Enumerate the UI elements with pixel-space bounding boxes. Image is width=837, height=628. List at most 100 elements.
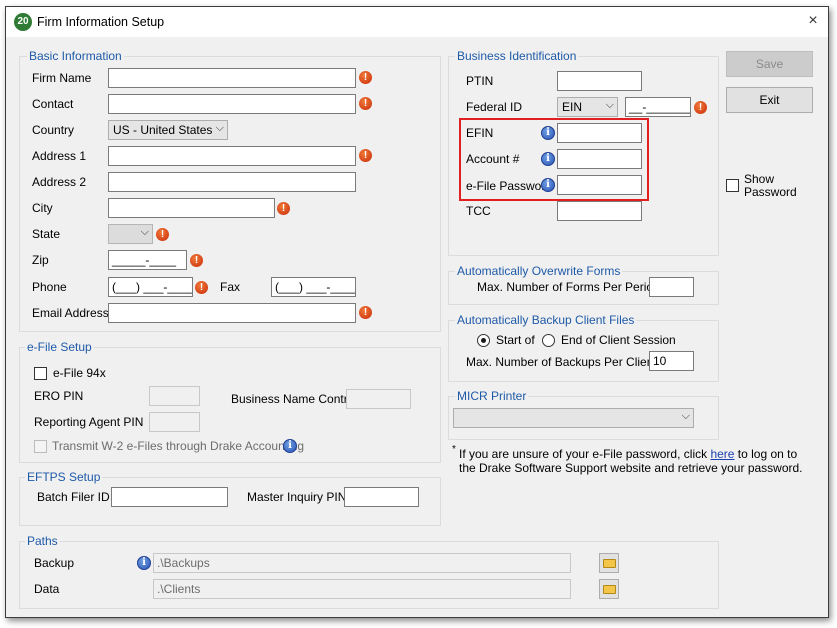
chevron-down-icon: ⌵ (215, 122, 224, 134)
chevron-down-icon: ⌵ (681, 410, 690, 422)
business-identification-legend: Business Identification (455, 49, 579, 63)
address1-field[interactable] (108, 146, 356, 166)
note-text-after: to log on to (734, 447, 798, 461)
tcc-label: TCC (466, 204, 491, 218)
email-warning-icon: ! (359, 306, 372, 319)
ptin-label: PTIN (466, 74, 494, 88)
show-password-label-line1: Show (744, 172, 775, 186)
data-path-field[interactable]: .\Clients (153, 579, 571, 599)
end-of-session-radio[interactable] (542, 334, 555, 347)
ero-pin-field[interactable] (149, 386, 200, 406)
firm-information-setup-window: 20 Firm Information Setup × Basic Inform… (5, 6, 829, 618)
save-button[interactable]: Save (726, 51, 813, 77)
fax-field[interactable]: (___) ___-____ (271, 277, 356, 297)
reporting-agent-pin-field[interactable] (149, 412, 200, 432)
chevron-down-icon: ⌵ (605, 99, 614, 111)
contact-label: Contact (32, 97, 74, 111)
chevron-down-icon: ⌵ (140, 226, 149, 238)
firm-name-warning-icon: ! (359, 71, 372, 84)
zip-field[interactable]: _____-____ (108, 250, 187, 270)
here-link[interactable]: here (710, 447, 734, 461)
email-field[interactable] (108, 303, 356, 323)
efile-94x-checkbox[interactable] (34, 367, 47, 380)
contact-warning-icon: ! (359, 97, 372, 110)
business-name-control-field[interactable] (346, 389, 411, 409)
federal-id-type-dropdown[interactable]: EIN ⌵ (557, 97, 618, 117)
window-title: Firm Information Setup (37, 15, 165, 29)
ptin-field[interactable] (557, 71, 642, 91)
backup-path-info-icon[interactable]: i (137, 556, 151, 570)
highlight-box (459, 118, 649, 201)
fax-label: Fax (220, 280, 241, 294)
master-inquiry-label: Master Inquiry PIN (247, 490, 347, 504)
app-icon: 20 (14, 13, 32, 31)
close-icon[interactable]: × (806, 12, 820, 30)
radio-selected-dot (481, 338, 486, 343)
data-browse-button[interactable] (599, 579, 619, 599)
note-text-before: If you are unsure of your e-File passwor… (459, 447, 711, 461)
micr-printer-legend: MICR Printer (455, 389, 529, 403)
address2-field[interactable] (108, 172, 356, 192)
backup-path-label: Backup (34, 556, 75, 570)
paths-legend: Paths (25, 534, 60, 548)
country-value: US - United States (113, 123, 213, 137)
exit-button[interactable]: Exit (726, 87, 813, 113)
start-of-label: Start of (496, 333, 535, 347)
batch-filer-field[interactable] (111, 487, 228, 507)
address1-warning-icon: ! (359, 149, 372, 162)
max-backups-field[interactable]: 10 (649, 351, 694, 371)
data-path-label: Data (34, 582, 60, 596)
start-of-radio[interactable] (477, 334, 490, 347)
show-password-checkbox[interactable] (726, 179, 739, 192)
transmit-w2-info-icon[interactable]: i (283, 439, 297, 453)
phone-field[interactable]: (___) ___-____ (108, 277, 193, 297)
password-note-line1: If you are unsure of your e-File passwor… (459, 447, 797, 461)
end-of-session-label: End of Client Session (561, 333, 676, 347)
address2-label: Address 2 (32, 175, 87, 189)
business-name-control-label: Business Name Control (231, 392, 358, 406)
transmit-w2-checkbox[interactable] (34, 440, 47, 453)
email-label: Email Address (32, 306, 109, 320)
country-label: Country (32, 123, 75, 137)
federal-id-warning-icon: ! (694, 101, 707, 114)
federal-id-field[interactable]: __-_______ (625, 97, 691, 117)
state-dropdown[interactable]: ⌵ (108, 224, 153, 244)
city-label: City (32, 201, 53, 215)
ero-pin-label: ERO PIN (34, 389, 84, 403)
phone-warning-icon: ! (195, 281, 208, 294)
city-field[interactable] (108, 198, 275, 218)
state-warning-icon: ! (156, 228, 169, 241)
folder-icon (603, 585, 616, 594)
transmit-w2-label: Transmit W-2 e-Files through Drake Accou… (52, 439, 305, 453)
federal-id-type-value: EIN (562, 100, 583, 114)
zip-warning-icon: ! (190, 254, 203, 267)
micr-printer-dropdown[interactable]: ⌵ (453, 408, 694, 428)
note-asterisk: * (452, 444, 456, 455)
federal-id-label: Federal ID (466, 100, 523, 114)
basic-information-legend: Basic Information (27, 49, 124, 63)
firm-name-field[interactable] (108, 68, 356, 88)
efile-setup-legend: e-File Setup (25, 340, 94, 354)
country-dropdown[interactable]: US - United States ⌵ (108, 120, 228, 140)
zip-label: Zip (32, 253, 49, 267)
max-forms-label: Max. Number of Forms Per Period (477, 280, 660, 294)
password-note-line2: the Drake Software Support website and r… (459, 461, 803, 475)
master-inquiry-field[interactable] (344, 487, 419, 507)
overwrite-forms-legend: Automatically Overwrite Forms (455, 264, 623, 278)
backup-client-files-legend: Automatically Backup Client Files (455, 313, 637, 327)
reporting-agent-pin-label: Reporting Agent PIN (34, 415, 144, 429)
city-warning-icon: ! (277, 202, 290, 215)
backup-browse-button[interactable] (599, 553, 619, 573)
address1-label: Address 1 (32, 149, 87, 163)
phone-label: Phone (32, 280, 67, 294)
max-forms-field[interactable] (649, 277, 694, 297)
backup-path-field[interactable]: .\Backups (153, 553, 571, 573)
efile-94x-label: e-File 94x (53, 366, 106, 380)
eftps-setup-legend: EFTPS Setup (25, 470, 103, 484)
max-backups-label: Max. Number of Backups Per Client (466, 355, 657, 369)
batch-filer-label: Batch Filer ID (37, 490, 110, 504)
contact-field[interactable] (108, 94, 356, 114)
show-password-label-line2: Password (744, 185, 797, 199)
tcc-field[interactable] (557, 201, 642, 221)
folder-icon (603, 559, 616, 568)
